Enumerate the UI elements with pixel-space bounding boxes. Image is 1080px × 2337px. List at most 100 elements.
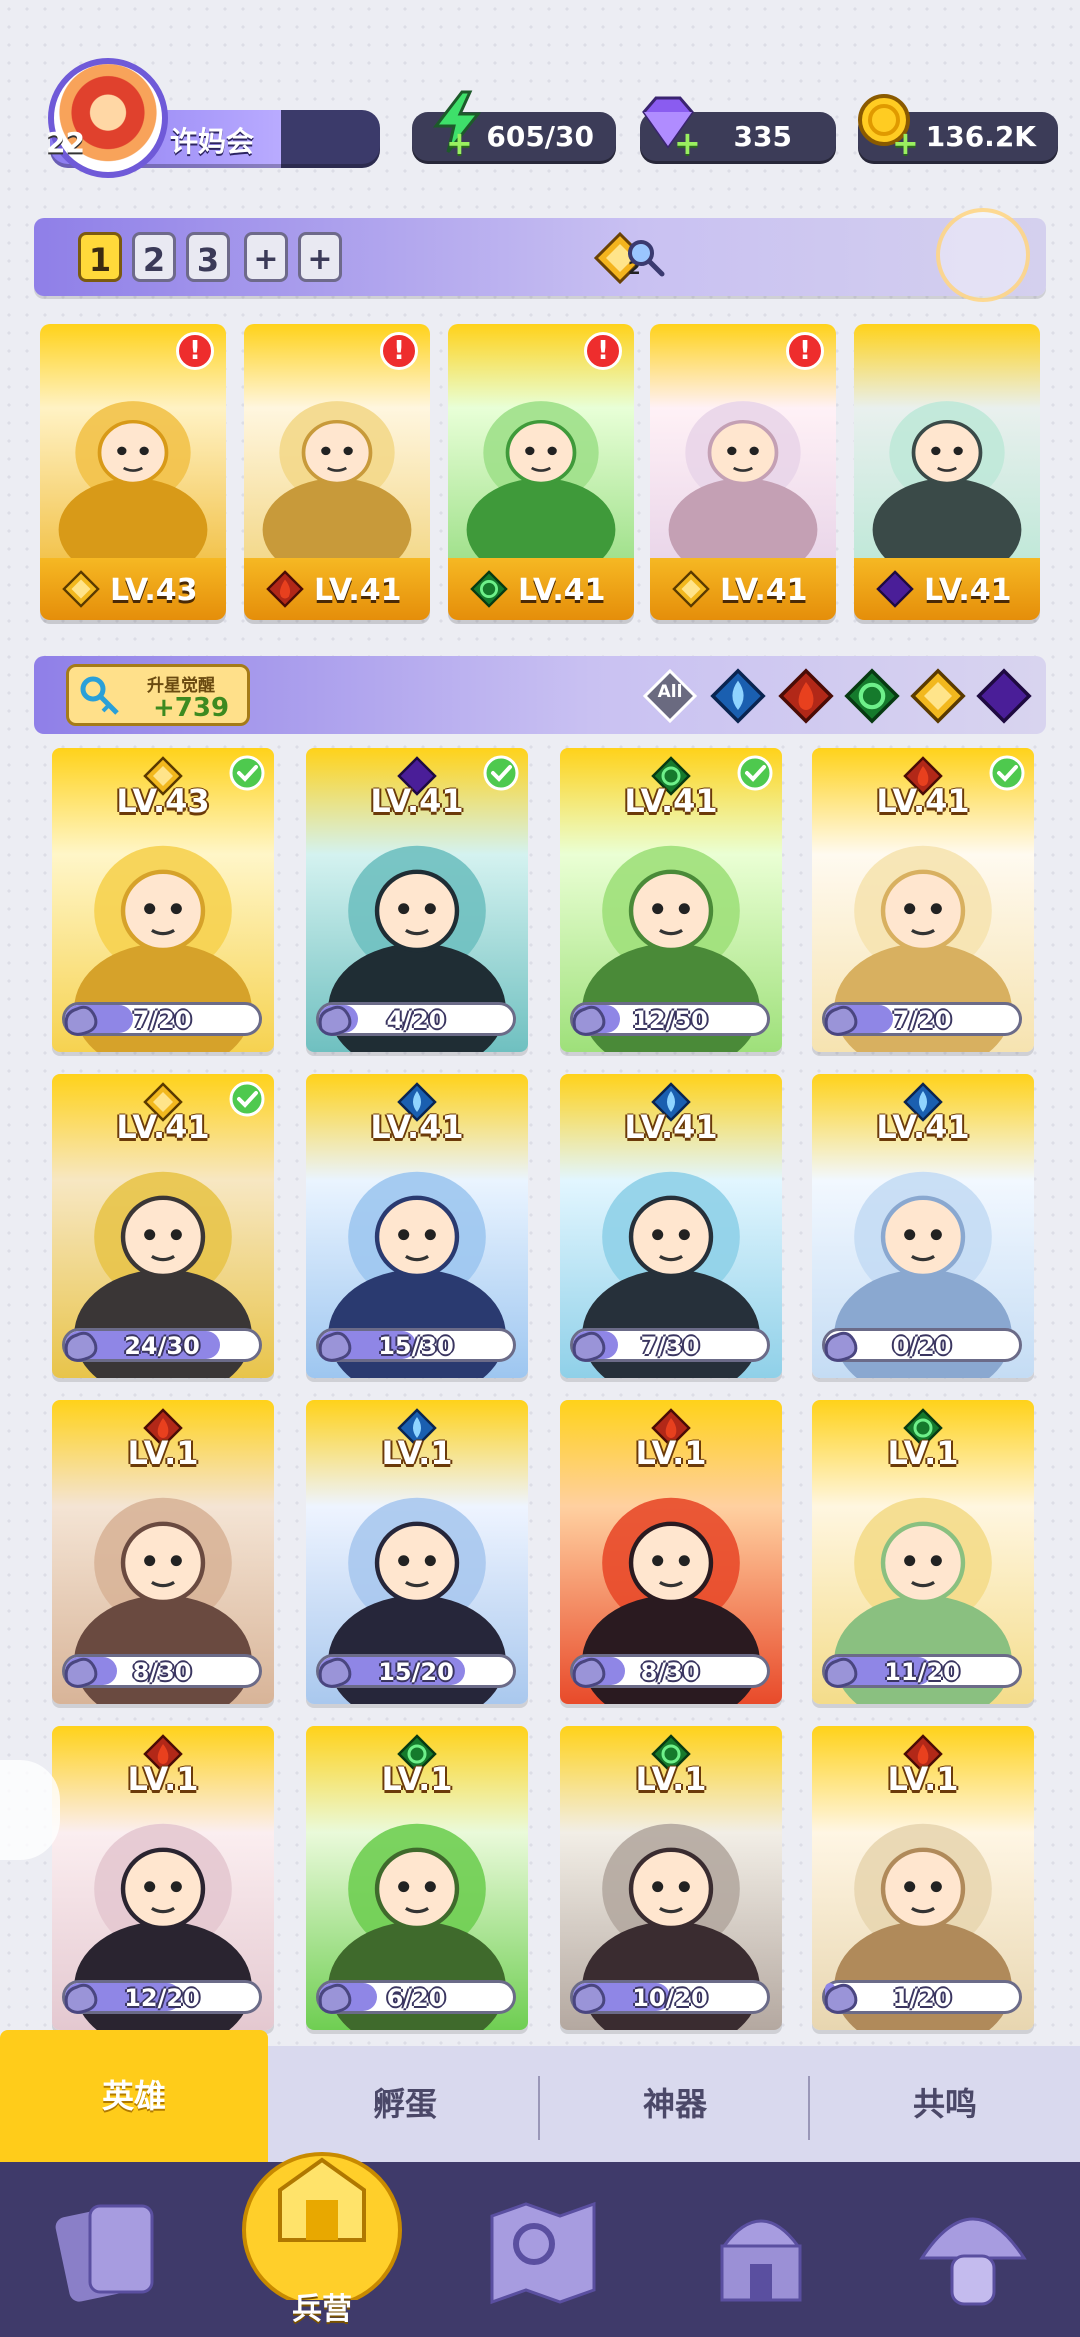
hero-card[interactable]: LV.41 24/30 [52,1074,274,1378]
fragment-progress-bar: 15/20 [316,1654,516,1688]
filter-fire-icon[interactable] [778,668,834,724]
fragment-progress-text: 8/30 [640,1658,700,1686]
wind-element-icon [470,570,508,608]
fragment-progress-text: 0/20 [892,1332,952,1360]
team-slot-2[interactable]: LV.41! [244,324,430,620]
fragment-progress-bar: 10/20 [570,1980,770,2014]
hero-card[interactable]: LV.41 12/50 [560,748,782,1052]
hero-card[interactable]: LV.41 0/20 [812,1074,1034,1378]
nav-barracks[interactable]: 兵营 [240,2120,404,2332]
team-slot-1[interactable]: LV.43! [40,324,226,620]
filter-wind-icon[interactable] [844,668,900,724]
hero-level: LV.1 [381,1760,453,1798]
fragment-progress-bar: 1/20 [822,1980,1022,2014]
hero-level: LV.1 [635,1434,707,1472]
hero-card[interactable]: LV.1 11/20 [812,1400,1034,1704]
light-element-icon [672,570,710,608]
hero-level: LV.1 [127,1760,199,1798]
team-tab-3[interactable]: 3 [186,232,230,282]
filter-dark-icon[interactable] [976,668,1032,724]
hero-card[interactable]: LV.1 12/20 [52,1726,274,2030]
hero-card[interactable]: LV.1 8/30 [52,1400,274,1704]
awaken-value: +739 [153,693,230,723]
hero-card[interactable]: LV.1 1/20 [812,1726,1034,2030]
hero-level: LV.41 [116,1108,210,1146]
hero-card[interactable]: LV.41 15/30 [306,1074,528,1378]
fragment-progress-text: 12/50 [632,1006,708,1034]
hero-card[interactable]: LV.41 4/20 [306,748,528,1052]
fragment-progress-text: 7/30 [640,1332,700,1360]
team-tab-1[interactable]: 1 [78,232,122,282]
floating-helper-avatar[interactable] [0,1760,60,1860]
fragment-progress-bar: 7/30 [570,1328,770,1362]
temple-icon[interactable] [696,2186,826,2316]
team-slot-5[interactable]: LV.41 [854,324,1040,620]
tab-resonance[interactable]: 共鸣 [810,2046,1080,2162]
hero-card[interactable]: LV.41 7/20 [812,748,1034,1052]
fragment-progress-bar: 7/20 [62,1002,262,1036]
key-icon [80,676,119,715]
fragment-progress-bar: 24/30 [62,1328,262,1362]
dark-element-icon [876,570,914,608]
hero-level: LV.1 [887,1434,959,1472]
fire-element-icon [266,570,304,608]
player-profile[interactable]: 22 许妈会 [36,58,381,178]
energy-plus-icon[interactable]: + [446,127,473,159]
team-slot-level: LV.41 [720,573,808,608]
hero-card[interactable]: LV.1 15/20 [306,1400,528,1704]
fragment-progress-text: 10/20 [632,1984,708,2012]
team-slot-4[interactable]: LV.41! [650,324,836,620]
fragment-progress-bar: 15/30 [316,1328,516,1362]
fragment-progress-bar: 7/20 [822,1002,1022,1036]
hero-level: LV.43 [116,782,210,820]
awaken-button[interactable]: 升星觉醒 +739 [66,664,250,726]
bottom-nav: 兵营 [0,2152,1080,2337]
gold-plus-icon[interactable]: + [892,127,919,159]
energy-counter[interactable]: + 605/30 [412,90,616,164]
team-slot-level: LV.43 [110,573,198,608]
hero-card[interactable]: LV.1 10/20 [560,1726,782,2030]
gems-plus-icon[interactable]: + [674,127,701,159]
fragment-progress-bar: 6/20 [316,1980,516,2014]
team-slot-level: LV.41 [924,573,1012,608]
sub-tabs: 英雄 孵蛋 神器 共鸣 [0,2030,1080,2162]
fragment-progress-text: 4/20 [386,1006,446,1034]
hero-card[interactable]: LV.1 8/30 [560,1400,782,1704]
team-tab-2[interactable]: 2 [132,232,176,282]
team-slot-3[interactable]: LV.41! [448,324,634,620]
hero-level: LV.41 [624,1108,718,1146]
filter-all-label: All [657,682,683,702]
hero-card[interactable]: LV.1 6/20 [306,1726,528,2030]
alert-badge-icon: ! [176,332,214,370]
player-name: 许妈会 [170,125,255,158]
fragment-progress-text: 7/20 [132,1006,192,1034]
gems-counter[interactable]: + 335 [640,96,836,164]
filter-light-icon[interactable] [910,668,966,724]
hero-card[interactable]: LV.43 7/20 [52,748,274,1052]
team-swap-button[interactable] [936,208,1030,302]
alert-badge-icon: ! [584,332,622,370]
alert-badge-icon: ! [786,332,824,370]
player-avatar[interactable] [48,58,168,178]
gold-counter[interactable]: + 136.2K [858,94,1058,164]
fragment-progress-bar: 12/20 [62,1980,262,2014]
fragment-progress-bar: 4/20 [316,1002,516,1036]
hero-level: LV.41 [370,782,464,820]
tab-artifacts[interactable]: 神器 [540,2046,810,2162]
mushroom-icon[interactable] [908,2186,1038,2316]
hero-level: LV.1 [635,1760,707,1798]
filter-water-icon[interactable] [710,668,766,724]
fragment-progress-text: 12/20 [124,1984,200,2012]
gems-value: 335 [733,120,792,153]
player-level: 22 [46,126,85,159]
team-tab-add-1[interactable]: + [244,232,288,282]
search-icon[interactable] [624,236,666,278]
team-tab-add-2[interactable]: + [298,232,342,282]
fragment-progress-bar: 0/20 [822,1328,1022,1362]
map-icon[interactable] [478,2186,608,2316]
tab-heroes[interactable]: 英雄 [0,2030,268,2162]
fragment-progress-text: 15/30 [378,1332,454,1360]
hero-card[interactable]: LV.41 7/30 [560,1074,782,1378]
energy-value: 605/30 [486,120,594,153]
cards-icon[interactable] [44,2186,174,2316]
